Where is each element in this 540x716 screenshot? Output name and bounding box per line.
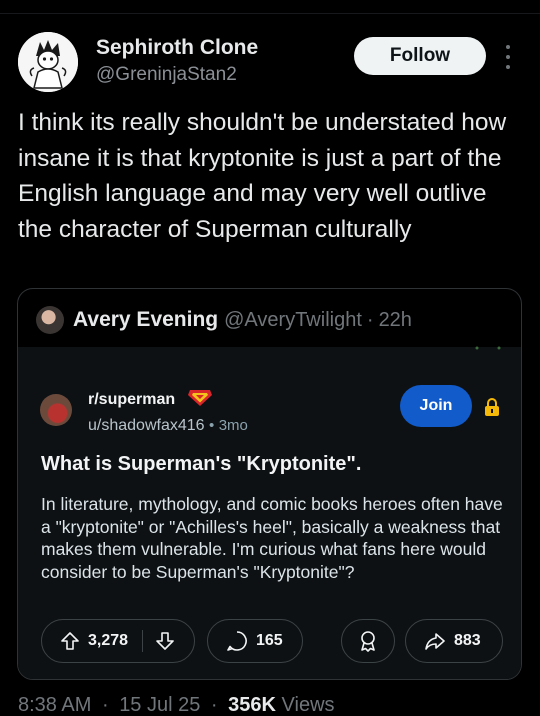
- upvote-count: 3,278: [88, 632, 129, 649]
- post-separator: •: [208, 417, 215, 434]
- post-body: In literature, mythology, and comic book…: [41, 494, 503, 582]
- join-button: Join: [400, 385, 472, 427]
- tweet-text: I think its really shouldn't be understa…: [18, 109, 507, 243]
- comment-bubble-icon: [227, 631, 247, 651]
- vote-divider: [142, 630, 144, 652]
- quoted-post-card[interactable]: Avery Evening @AveryTwilight · 22h r/sup…: [17, 288, 522, 680]
- more-options-icon[interactable]: [501, 42, 515, 72]
- quoted-post-header: Avery Evening @AveryTwilight · 22h: [36, 305, 412, 335]
- follow-button[interactable]: Follow: [354, 37, 486, 75]
- quoted-author-name: Avery Evening: [73, 308, 219, 331]
- quoted-author-avatar: [36, 306, 64, 334]
- subreddit-name: r/superman: [88, 391, 176, 408]
- award-icon: [361, 631, 375, 652]
- meta-separator-2: ·: [210, 694, 218, 716]
- tweet-meta: 8:38 AM · 15 Jul 25 · 356K Views: [18, 694, 335, 716]
- views-label: Views: [281, 694, 335, 716]
- top-divider: [0, 13, 540, 14]
- share-button: 883: [405, 619, 503, 663]
- post-actions: 3,278 165 883: [41, 619, 503, 663]
- superman-shield-icon: [188, 390, 212, 406]
- reddit-screenshot: r/superman u/shadowfax416 • 3mo Join Wha…: [18, 346, 521, 679]
- tweet-time[interactable]: 8:38 AM: [18, 694, 91, 716]
- tweet-author: Sephiroth Clone @GreninjaStan2 Follow: [18, 32, 522, 92]
- vote-control: 3,278: [41, 619, 195, 663]
- author-handle[interactable]: @GreninjaStan2: [96, 64, 237, 86]
- quoted-separator: ·: [366, 308, 374, 331]
- author-avatar[interactable]: [18, 32, 78, 92]
- meta-separator: ·: [101, 694, 109, 716]
- upvote-icon: [61, 632, 79, 650]
- comments-button: 165: [207, 619, 303, 663]
- post-author: u/shadowfax416: [88, 417, 205, 434]
- lock-icon: [485, 398, 499, 416]
- post-age: 3mo: [218, 417, 248, 434]
- comment-count: 165: [256, 632, 283, 649]
- post-title: What is Superman's "Kryptonite".: [41, 453, 362, 475]
- share-count: 883: [454, 632, 481, 649]
- quoted-post-time: 22h: [378, 308, 412, 331]
- decorative-dots-icon: [475, 346, 501, 350]
- tweet-date[interactable]: 15 Jul 25: [119, 694, 200, 716]
- views-count[interactable]: 356K: [228, 694, 276, 716]
- share-arrow-icon: [425, 633, 445, 650]
- author-display-name[interactable]: Sephiroth Clone: [96, 36, 258, 60]
- downvote-icon: [156, 632, 174, 650]
- award-button: [341, 619, 395, 663]
- post-author-line: u/shadowfax416 • 3mo: [88, 417, 248, 435]
- subreddit-avatar: [40, 394, 72, 426]
- quoted-author-handle: @AveryTwilight: [224, 308, 362, 331]
